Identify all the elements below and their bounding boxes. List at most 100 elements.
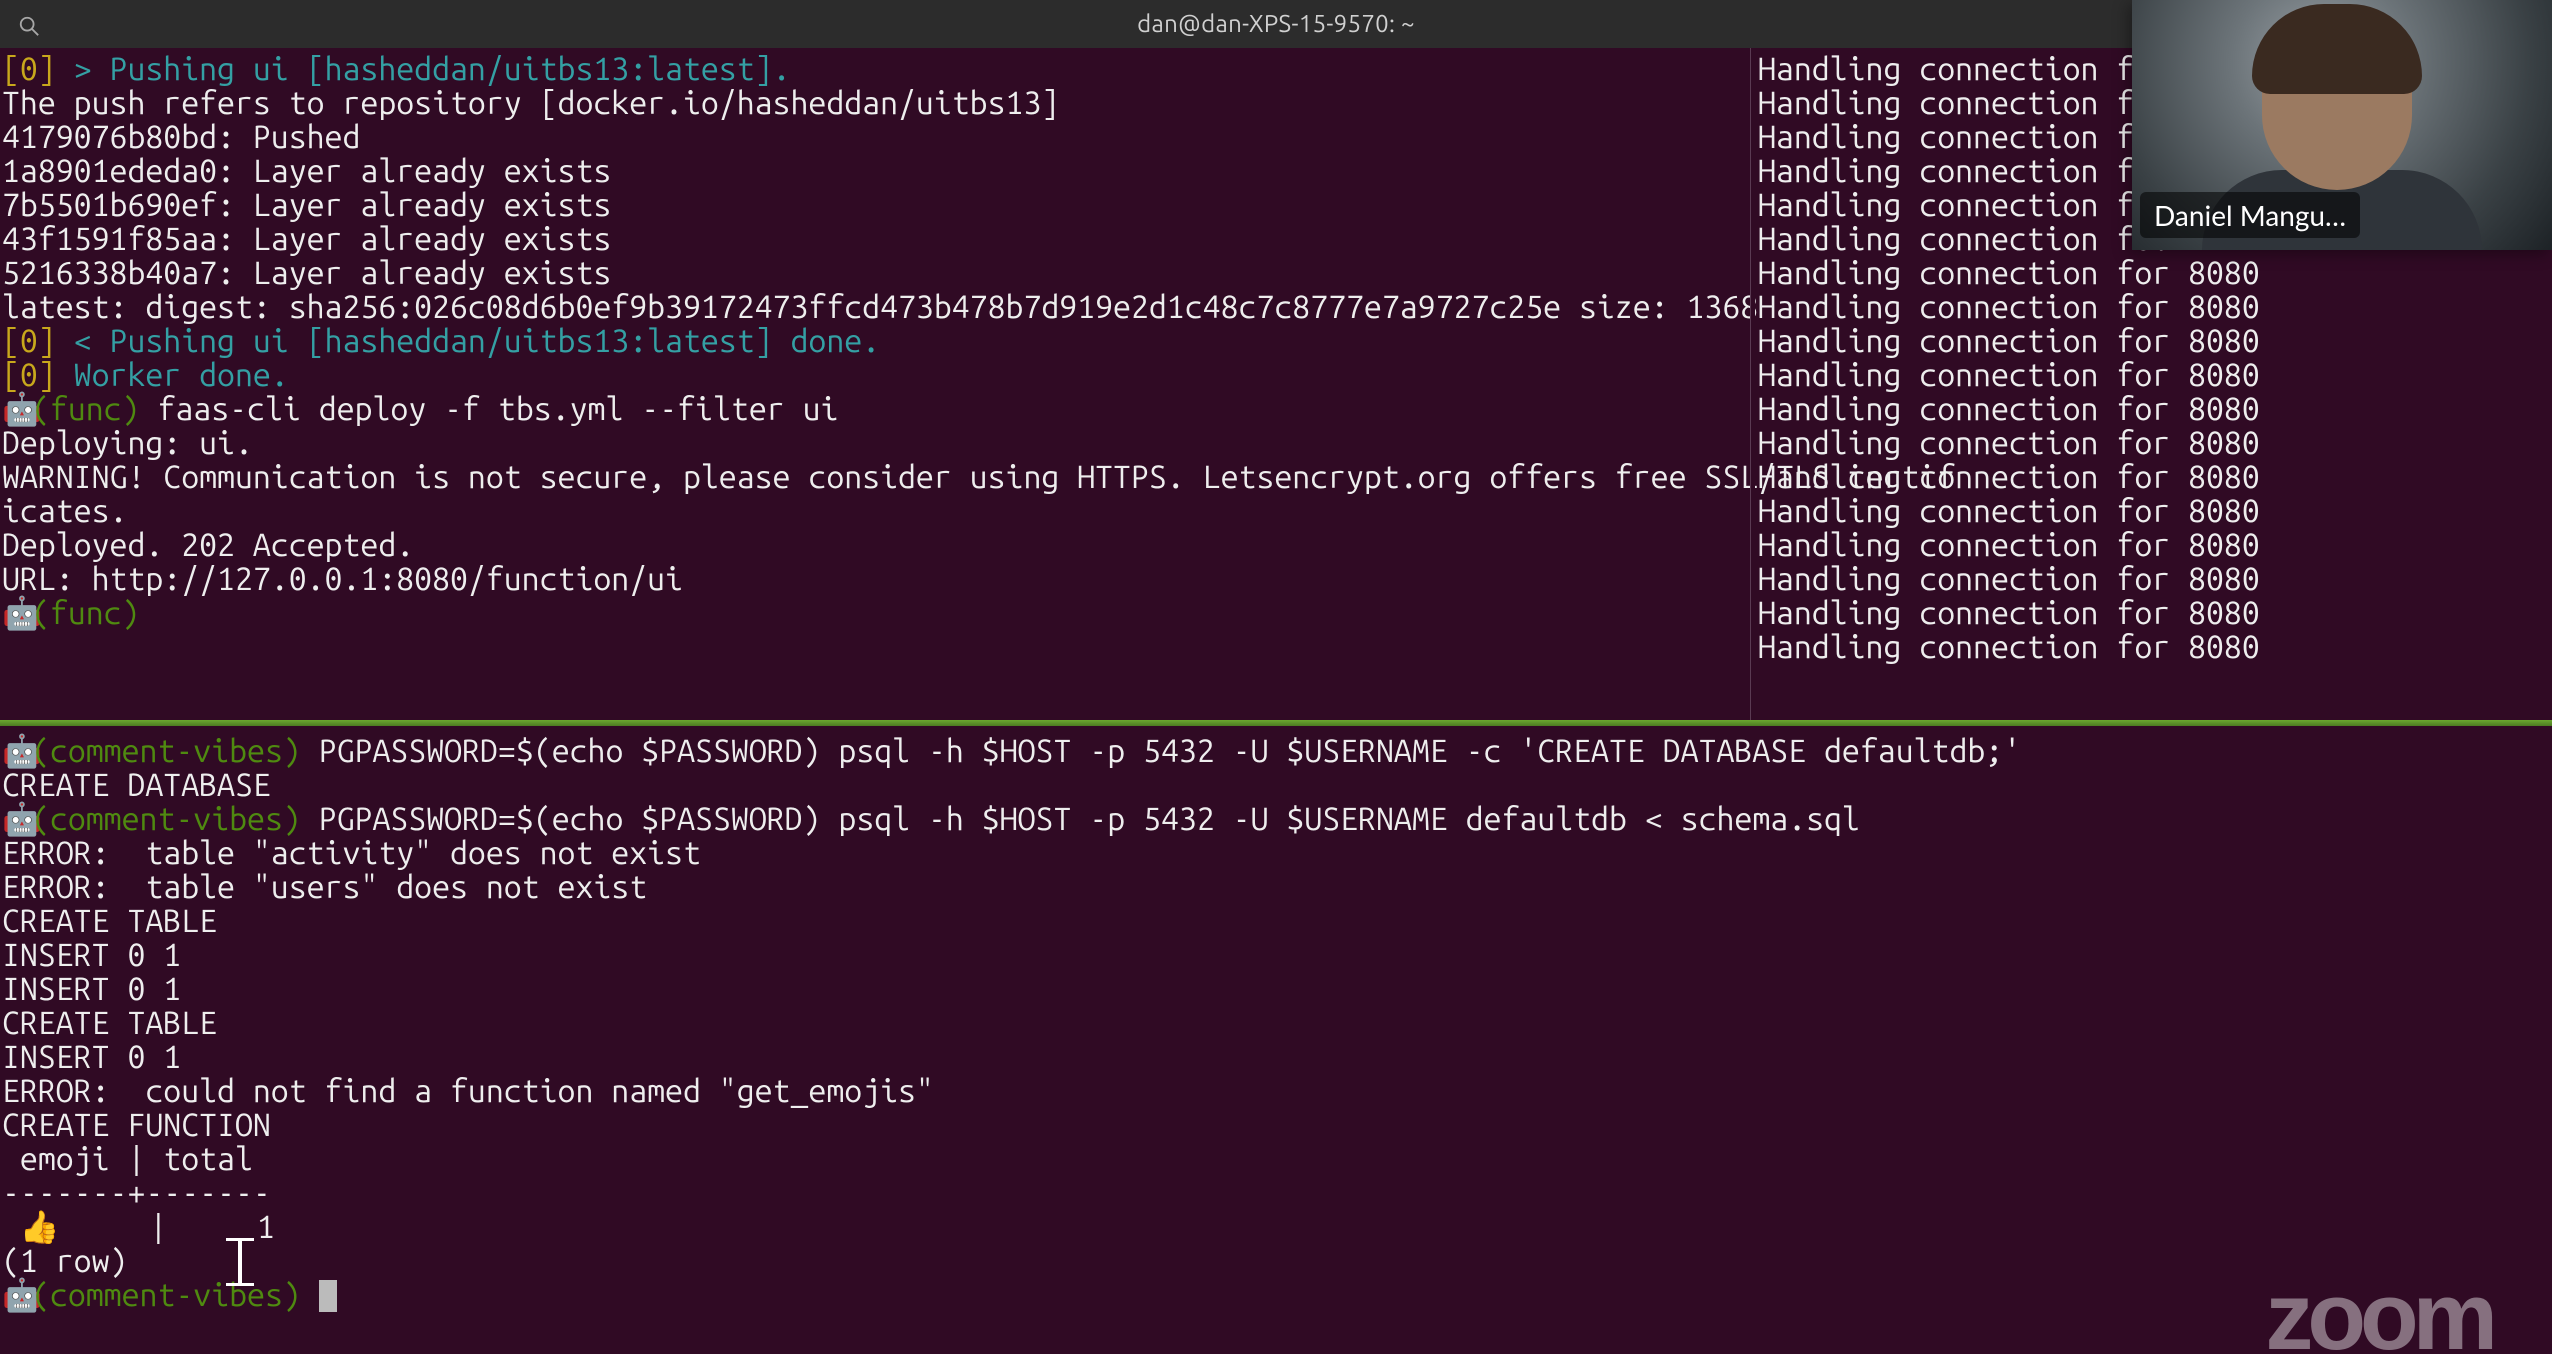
bottom-line: CREATE FUNCTION [0, 1108, 2552, 1142]
prompt-icon: 🤖 [2, 802, 32, 836]
top-left-line: [0] > Pushing ui [hasheddan/uitbs13:late… [0, 52, 1748, 86]
top-left-line: 5216338b40a7: Layer already exists [0, 256, 1748, 290]
terminal-text: [0] [2, 323, 56, 359]
top-left-line: Deployed. 202 Accepted. [0, 528, 1748, 562]
search-icon[interactable] [18, 12, 40, 34]
terminal-text [140, 595, 158, 631]
terminal-text: faas-cli deploy -f tbs.yml --filter ui [140, 391, 839, 427]
terminal-text: 7b5501b690ef: Layer already exists [2, 187, 611, 223]
top-right-line: Handling connection for 8080 [1756, 358, 2552, 392]
top-left-line: icates. [0, 494, 1748, 528]
terminal-text: [0] [2, 51, 56, 87]
terminal-text: CREATE FUNCTION [2, 1107, 271, 1143]
top-right-line: Handling connection for 8080 [1756, 290, 2552, 324]
terminal-text: < Pushing ui [hasheddan/uitbs13:latest] … [74, 323, 880, 359]
terminal-text: Deploying: ui. [2, 425, 253, 461]
terminal-text: > Pushing ui [hasheddan/uitbs13:latest]. [74, 51, 791, 87]
bottom-line: 🤖 (comment-vibes) PGPASSWORD=$(echo $PAS… [0, 734, 2552, 768]
bottom-line: emoji | total [0, 1142, 2552, 1176]
top-right-line: Handling connection for 8080 [1756, 596, 2552, 630]
terminal-text: latest: digest: sha256:026c08d6b0ef9b391… [2, 289, 1758, 325]
bottom-line: ERROR: could not find a function named "… [0, 1074, 2552, 1108]
top-right-line: Handling connection for 8080 [1756, 494, 2552, 528]
top-right-line: Handling connection for 8080 [1756, 392, 2552, 426]
top-right-line: Handling connection for 8080 [1756, 460, 2552, 494]
bottom-line: 🤖 (comment-vibes) PGPASSWORD=$(echo $PAS… [0, 802, 2552, 836]
terminal-cursor [319, 1280, 337, 1312]
bottom-line: INSERT 0 1 [0, 972, 2552, 1006]
bottom-line: (1 row) [0, 1244, 2552, 1278]
terminal-text: icates. [2, 493, 127, 529]
top-right-line: Handling connection for 8080 [1756, 630, 2552, 664]
vertical-divider[interactable] [1750, 48, 1755, 720]
terminal-text: (comment-vibes) [32, 733, 301, 769]
top-left-line: 1a8901ededa0: Layer already exists [0, 154, 1748, 188]
terminal-text: INSERT 0 1 [2, 1039, 181, 1075]
top-right-line: Handling connection for 8080 [1756, 528, 2552, 562]
terminal-text: emoji | total [2, 1141, 271, 1177]
top-left-line: 7b5501b690ef: Layer already exists [0, 188, 1748, 222]
pip-name-label: Daniel Mangu… [2140, 192, 2360, 238]
terminal-pane-bottom[interactable]: 🤖 (comment-vibes) PGPASSWORD=$(echo $PAS… [0, 728, 2552, 1354]
terminal-text: The push refers to repository [docker.io… [2, 85, 1059, 121]
bottom-line: ERROR: table "activity" does not exist [0, 836, 2552, 870]
prompt-icon: 🤖 [2, 596, 32, 630]
prompt-icon: 🤖 [2, 392, 32, 426]
horizontal-divider[interactable] [0, 720, 2552, 726]
terminal-text: CREATE DATABASE [2, 767, 271, 803]
top-right-line: Handling connection for 8080 [1756, 324, 2552, 358]
top-right-line: Handling connection for 8080 [1756, 426, 2552, 460]
terminal-text: 👍 | 1 [2, 1209, 275, 1245]
bottom-line: 🤖 (comment-vibes) [0, 1278, 2552, 1312]
terminal-text [56, 323, 74, 359]
top-left-line: WARNING! Communication is not secure, pl… [0, 460, 1748, 494]
terminal-text: 43f1591f85aa: Layer already exists [2, 221, 611, 257]
terminal-text: PGPASSWORD=$(echo $PASSWORD) psql -h $HO… [301, 733, 2021, 769]
terminal-text: WARNING! Communication is not secure, pl… [2, 459, 1955, 495]
top-right-line: Handling connection for 8080 [1756, 256, 2552, 290]
top-right-line: Handling connection for 8080 [1756, 562, 2552, 596]
terminal-text: (comment-vibes) [32, 801, 301, 837]
top-left-line: The push refers to repository [docker.io… [0, 86, 1748, 120]
bottom-line: -------+------- [0, 1176, 2552, 1210]
top-left-line: Deploying: ui. [0, 426, 1748, 460]
top-left-line: latest: digest: sha256:026c08d6b0ef9b391… [0, 290, 1748, 324]
terminal-text: CREATE TABLE [2, 1005, 217, 1041]
bottom-line: INSERT 0 1 [0, 1040, 2552, 1074]
bottom-line: CREATE TABLE [0, 904, 2552, 938]
terminal-text: URL: http://127.0.0.1:8080/function/ui [2, 561, 683, 597]
terminal-text: -------+------- [2, 1175, 271, 1211]
terminal-text: 1a8901ededa0: Layer already exists [2, 153, 611, 189]
terminal-text: (func) [32, 391, 140, 427]
terminal-text: CREATE TABLE [2, 903, 217, 939]
terminal-text: (comment-vibes) [32, 1277, 301, 1313]
terminal-text: INSERT 0 1 [2, 937, 181, 973]
terminal-text [301, 1277, 319, 1313]
terminal-text: ERROR: table "activity" does not exist [2, 835, 701, 871]
terminal-text: ERROR: could not find a function named "… [2, 1073, 934, 1109]
prompt-icon: 🤖 [2, 734, 32, 768]
top-left-line: 🤖 (func) [0, 596, 1748, 630]
bottom-line: ERROR: table "users" does not exist [0, 870, 2552, 904]
terminal-text: ERROR: table "users" does not exist [2, 869, 647, 905]
terminal-text [56, 357, 74, 393]
top-left-line: 43f1591f85aa: Layer already exists [0, 222, 1748, 256]
top-left-line: [0] < Pushing ui [hasheddan/uitbs13:late… [0, 324, 1748, 358]
bottom-line: 👍 | 1 [0, 1210, 2552, 1244]
terminal-text: (func) [32, 595, 140, 631]
top-left-line: [0] Worker done. [0, 358, 1748, 392]
window-title: dan@dan-XPS-15-9570: ~ [1137, 7, 1415, 41]
pip-person-hair [2252, 4, 2422, 94]
terminal-text: PGPASSWORD=$(echo $PASSWORD) psql -h $HO… [301, 801, 1860, 837]
terminal-text: Deployed. 202 Accepted. [2, 527, 414, 563]
top-left-line: 🤖 (func) faas-cli deploy -f tbs.yml --fi… [0, 392, 1748, 426]
bottom-line: CREATE DATABASE [0, 768, 2552, 802]
top-left-line: URL: http://127.0.0.1:8080/function/ui [0, 562, 1748, 596]
terminal-pane-top-left[interactable]: [0] > Pushing ui [hasheddan/uitbs13:late… [0, 48, 1748, 724]
terminal-text: Worker done. [74, 357, 289, 393]
terminal-text: (1 row) [2, 1243, 127, 1279]
terminal-text [56, 51, 74, 87]
bottom-line: CREATE TABLE [0, 1006, 2552, 1040]
top-left-line: 4179076b80bd: Pushed [0, 120, 1748, 154]
video-pip[interactable]: Daniel Mangu… [2132, 0, 2552, 250]
